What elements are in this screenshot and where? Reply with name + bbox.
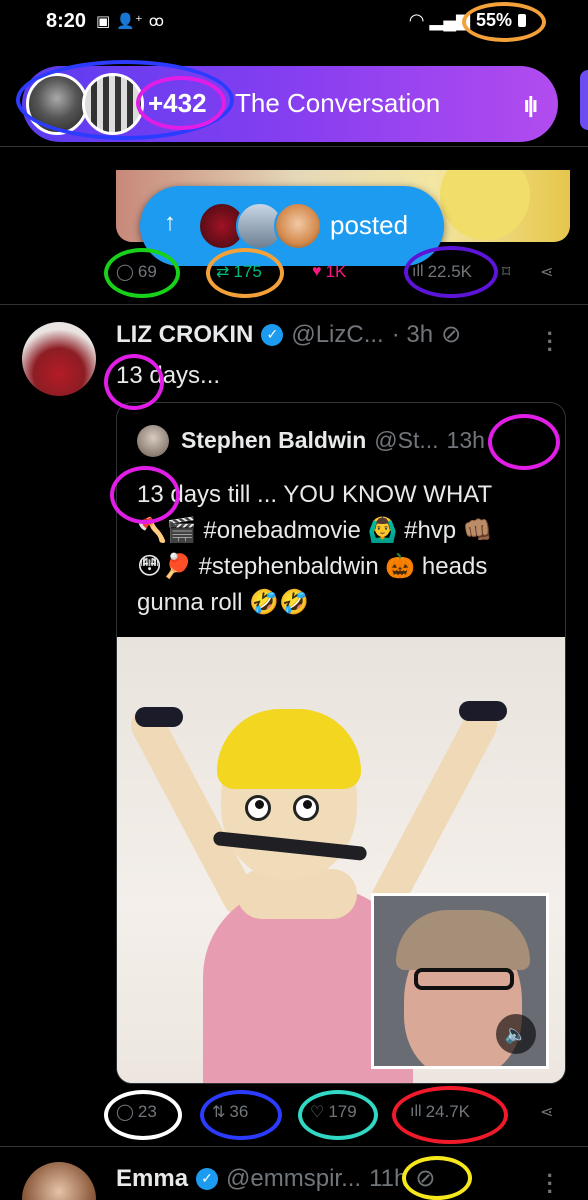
- quoted-text-line: 😳🏓 #stephenbaldwin 🎃 heads: [137, 553, 488, 580]
- quoted-tweet-time: 13h: [446, 427, 485, 453]
- more-options-icon[interactable]: · · ·: [547, 323, 554, 361]
- verified-badge-icon: ✓: [196, 1167, 219, 1190]
- notification-icons: ▣ 👤⁺ ꝏ: [96, 12, 164, 30]
- picture-in-picture: 🔈: [371, 893, 549, 1069]
- grok-icon[interactable]: ⊘: [441, 320, 461, 349]
- author-handle[interactable]: @LizC...: [291, 321, 383, 349]
- cuff: [459, 701, 507, 721]
- cuff: [135, 707, 183, 727]
- avatar: [274, 202, 322, 250]
- quoted-tweet-text: 13 days till ... YOU KNOW WHAT 🪓🎬 #oneba…: [137, 477, 557, 621]
- voicemail-icon: ꝏ: [148, 13, 165, 30]
- clock: 8:20: [46, 10, 87, 32]
- annotation-circle: [392, 1086, 508, 1144]
- audio-bars-icon[interactable]: ı|ı: [524, 92, 538, 118]
- share-button[interactable]: ⋖: [540, 262, 553, 282]
- tweet-header: LIZ CROKIN ✓ @LizC... · 3h ⊘: [116, 320, 461, 349]
- annotation-circle: [298, 1090, 378, 1140]
- verified-badge-icon: ✓: [261, 323, 284, 346]
- avatar[interactable]: [22, 322, 96, 396]
- heart-icon: ♥: [312, 263, 322, 280]
- inset-glasses: [414, 968, 514, 990]
- divider: [0, 146, 588, 147]
- action-bar: ◯ 69 ⇄ 175 ♥ 1K ıll 22.5K ⌑ ⋖: [0, 258, 588, 288]
- conversation-title: The Conversation: [235, 88, 441, 118]
- annotation-circle: [488, 414, 560, 470]
- inset-hair: [396, 910, 530, 970]
- like-count: 1K: [325, 262, 347, 281]
- quoted-tweet-header: Stephen Baldwin @St... 13h: [181, 427, 485, 454]
- annotation-circle: [462, 2, 546, 42]
- person-add-icon: 👤⁺: [116, 13, 143, 30]
- quoted-text-line: 🪓🎬 #onebadmovie 🙆‍♂️ #hvp 👊🏽: [137, 517, 493, 544]
- annotation-circle: [104, 354, 164, 410]
- annotation-circle: [104, 1090, 182, 1140]
- bookmark-icon: ⌑: [502, 264, 511, 281]
- wifi-icon: ◠: [409, 10, 424, 30]
- author-name[interactable]: Emma: [116, 1165, 188, 1193]
- annotation-circle: [104, 248, 180, 298]
- quoted-author-name: Stephen Baldwin: [181, 427, 367, 453]
- quoted-video[interactable]: 🔈: [117, 637, 565, 1083]
- share-icon: ⋖: [540, 1104, 554, 1121]
- divider: [0, 304, 588, 305]
- figure-eye: [293, 795, 319, 821]
- more-options-icon[interactable]: · · ·: [547, 1165, 554, 1200]
- divider: [0, 1146, 588, 1147]
- like-button[interactable]: ♥ 1K: [312, 262, 346, 282]
- quoted-text-line: 13 days till ... YOU KNOW WHAT: [137, 481, 493, 508]
- share-icon: ⋖: [540, 264, 554, 281]
- avatar: [137, 425, 169, 457]
- arrow-up-icon: ↑: [164, 209, 176, 236]
- annotation-circle: [404, 246, 498, 298]
- annotation-circle: [402, 1156, 472, 1200]
- tweet-header: Emma ✓ @emmspir... 11h ⊘: [116, 1164, 435, 1193]
- bookmark-button[interactable]: ⌑: [502, 262, 510, 282]
- quoted-author-handle: @St...: [374, 427, 439, 453]
- annotation-circle: [206, 248, 284, 298]
- quoted-tweet[interactable]: Stephen Baldwin @St... 13h 13 days till …: [116, 402, 566, 1084]
- avatar[interactable]: [22, 1162, 96, 1200]
- figure-eye: [245, 795, 271, 821]
- share-button[interactable]: ⋖: [540, 1102, 553, 1122]
- tweet-time[interactable]: · 3h: [392, 321, 433, 349]
- quoted-text-line: gunna roll 🤣🤣: [137, 589, 309, 616]
- posted-label: posted: [330, 210, 409, 240]
- annotation-circle: [110, 466, 180, 524]
- edge-handle: [580, 70, 588, 130]
- author-handle[interactable]: @emmspir...: [226, 1165, 361, 1193]
- new-posts-button[interactable]: ↑ posted: [140, 186, 444, 266]
- photo-icon: ▣: [96, 13, 111, 30]
- annotation-circle: [136, 76, 226, 130]
- volume-icon[interactable]: 🔈: [496, 1014, 536, 1054]
- annotation-circle: [200, 1090, 282, 1140]
- author-name[interactable]: LIZ CROKIN: [116, 321, 253, 349]
